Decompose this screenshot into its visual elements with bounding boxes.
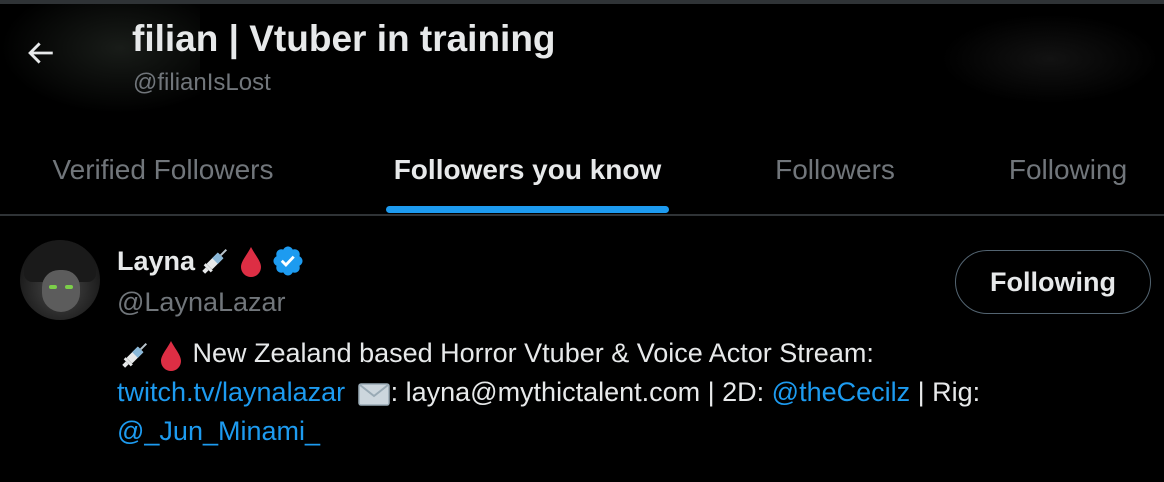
avatar-face <box>42 270 80 312</box>
bio-link-twitch[interactable]: twitch.tv/laynalazar <box>117 377 345 407</box>
verified-badge-icon <box>273 246 303 276</box>
page-handle: @filianIsLost <box>133 69 271 96</box>
bio-text: New Zealand based Horror Vtuber & Voice … <box>185 338 874 368</box>
bio-link-jun-minami[interactable]: @_Jun_Minami_ <box>117 416 320 446</box>
avatar-eye <box>65 285 73 289</box>
active-tab-indicator <box>386 206 669 213</box>
header-background-blur <box>940 14 1160 104</box>
tab-followers[interactable]: Followers <box>740 124 930 216</box>
avatar-eye <box>49 285 57 289</box>
tab-bar: Verified Followers Followers you know Fo… <box>0 124 1164 216</box>
user-handle[interactable]: @LaynaLazar <box>117 287 286 318</box>
following-button[interactable]: Following <box>955 250 1151 314</box>
tab-followers-you-know[interactable]: Followers you know <box>371 124 684 216</box>
user-bio: New Zealand based Horror Vtuber & Voice … <box>117 334 1147 451</box>
bio-text: : layna@mythictalent.com | 2D: <box>390 377 772 407</box>
tab-following[interactable]: Following <box>980 124 1156 216</box>
bio-link-thececilz[interactable]: @theCecilz <box>772 377 910 407</box>
back-button[interactable] <box>18 31 62 75</box>
user-cell[interactable]: Layna @LaynaLazar Following New Zealand … <box>0 216 1164 482</box>
page-title: filian | Vtuber in training <box>132 18 556 59</box>
bio-line: New Zealand based Horror Vtuber & Voice … <box>117 334 1147 373</box>
syringe-emoji-icon <box>122 342 148 368</box>
envelope-emoji-icon <box>357 383 390 406</box>
bio-line: @_Jun_Minami_ <box>117 412 1147 451</box>
avatar[interactable] <box>20 240 100 320</box>
drop-of-blood-emoji-icon <box>161 340 181 371</box>
arrow-left-icon <box>28 42 53 64</box>
bio-text: | Rig: <box>910 377 981 407</box>
user-display-name[interactable]: Layna <box>117 244 305 278</box>
tab-verified-followers[interactable]: Verified Followers <box>10 124 316 216</box>
syringe-emoji-icon <box>202 248 228 274</box>
bio-line: twitch.tv/laynalazar : layna@mythictalen… <box>117 373 1147 412</box>
user-display-name-text: Layna <box>117 245 196 276</box>
drop-of-blood-emoji-icon <box>241 247 262 277</box>
